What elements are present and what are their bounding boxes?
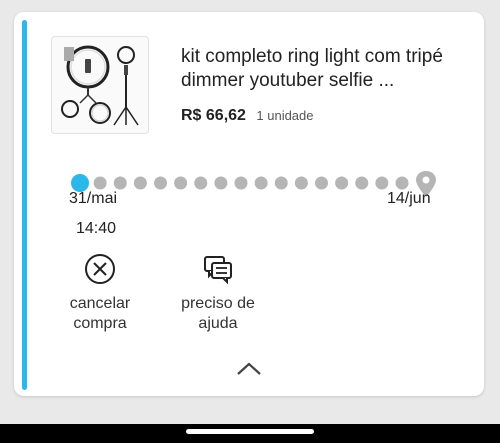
product-quantity: 1 unidade [256,108,314,123]
tracker-step-pending [355,176,369,190]
tracker-step-pending [113,176,127,190]
product-title[interactable]: kit completo ring light com tripé dimmer… [181,45,471,93]
home-indicator[interactable] [186,429,314,434]
price-row: R$ 66,62 1 unidade [181,107,314,125]
tracker-step-pending [335,176,349,190]
tracking-start-date: 31/mai [69,190,118,207]
product-image[interactable] [51,36,149,134]
tracker-step-pending [315,176,328,190]
tracking-end-date: 14/jun [387,190,431,207]
cancel-purchase-label: cancelar compra [69,295,131,332]
chevron-up-icon[interactable] [234,360,264,378]
tracker-step-pending [154,176,167,190]
ring-light-icon [61,45,139,126]
tracker-step-pending [133,176,147,190]
tracker-step-pending [174,176,188,190]
need-help-label: preciso de ajuda [181,295,255,332]
tracker-step-pending [375,176,389,190]
need-help-button[interactable]: preciso de ajuda [168,252,268,334]
tracker-step-pending [194,176,208,190]
cancel-icon [85,254,115,284]
tracker-step-pending [234,176,248,190]
product-price: R$ 66,62 [181,107,246,124]
tracker-step-pending [395,176,409,190]
tracker-step-pending [294,176,308,190]
tracker-step-pending [214,176,228,190]
chat-help-icon [204,256,232,285]
tracker-step-pending [93,176,107,190]
tracker-step-pending [274,176,288,190]
tracking-time: 14:40 [76,220,117,237]
card-accent-bar [22,20,27,390]
delivery-progress-tracker [71,171,436,197]
cancel-purchase-button[interactable]: cancelar compra [50,252,150,334]
order-card: kit completo ring light com tripé dimmer… [14,12,484,396]
tracker-step-pending [254,176,268,190]
